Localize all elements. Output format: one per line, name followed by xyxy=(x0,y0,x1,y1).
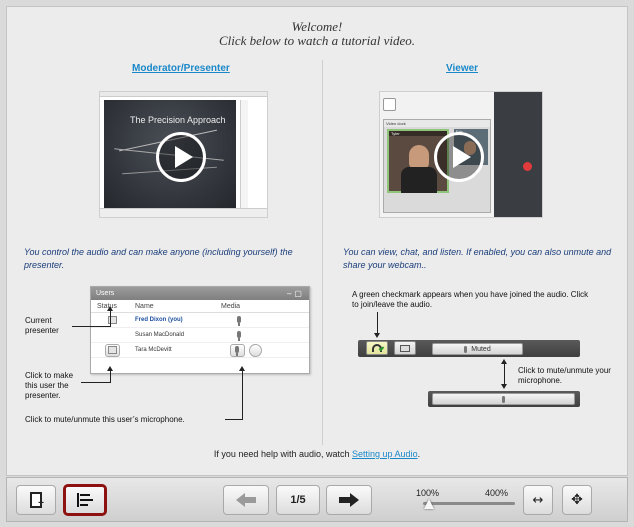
play-icon[interactable] xyxy=(156,132,206,182)
fit-to-width-button[interactable]: ↔ xyxy=(523,485,553,515)
viewer-video-link[interactable]: Viewer xyxy=(446,63,478,74)
play-icon[interactable] xyxy=(434,132,484,182)
pan-button[interactable]: ✥ xyxy=(562,485,592,515)
users-table-header: Status Name Media xyxy=(91,300,309,313)
users-panel: Users –▢ Status Name Media Fred Dixon (y… xyxy=(90,286,310,374)
note-mute-user: Click to mute/unmute this user’s microph… xyxy=(25,415,185,424)
presenter-icon xyxy=(108,346,117,354)
user-name: Susan MacDonald xyxy=(135,332,185,338)
note-join-audio: A green checkmark appears when you have … xyxy=(352,290,589,309)
webcam-button[interactable] xyxy=(394,341,416,355)
settings-icon xyxy=(383,98,396,111)
microphone-icon xyxy=(237,331,241,341)
arrow-line xyxy=(242,370,243,420)
viewer-description: You can view, chat, and listen. If enabl… xyxy=(343,247,612,270)
table-row[interactable]: Fred Dixon (you) xyxy=(91,313,309,328)
microphone-icon xyxy=(235,346,239,356)
webcam-icon xyxy=(400,345,410,352)
column-media: Media xyxy=(221,303,241,310)
arrow-left-icon xyxy=(236,493,256,507)
muted-label: Muted xyxy=(471,346,491,353)
panel-window-controls-icon: –▢ xyxy=(286,289,305,298)
webcam-tile-name: Tyler xyxy=(389,131,447,136)
arrow-line xyxy=(377,312,378,334)
zoom-min-label: 100% xyxy=(416,488,440,498)
welcome-heading: Welcome! Click below to watch a tutorial… xyxy=(0,20,634,48)
help-text: If you need help with audio, watch xyxy=(213,449,350,459)
next-slide-button[interactable] xyxy=(326,485,372,515)
arrow-line xyxy=(72,326,110,327)
arrowhead xyxy=(239,366,245,371)
zoom-slider-thumb[interactable] xyxy=(424,499,434,509)
column-name: Name xyxy=(135,303,154,310)
user-name: Tara McDevitt xyxy=(135,347,172,353)
horizontal-arrows-icon: ↔ xyxy=(532,492,544,508)
arrow-line xyxy=(504,363,505,385)
zoom-max-label: 400% xyxy=(485,488,509,498)
page-indicator: 1/5 xyxy=(290,494,306,506)
arrowhead xyxy=(501,384,507,389)
column-divider xyxy=(322,60,323,445)
welcome-subline: Click below to watch a tutorial video. xyxy=(218,33,416,48)
unmuted-microphone-button[interactable] xyxy=(432,393,575,405)
webcam-toggle-button[interactable] xyxy=(249,344,262,357)
arrowhead xyxy=(374,333,380,338)
audio-help-text: If you need help with audio, watch Setti… xyxy=(0,449,634,459)
table-row[interactable]: Susan MacDonald xyxy=(91,328,309,343)
microphone-icon xyxy=(237,316,241,326)
checkmark-icon xyxy=(378,345,385,352)
user-name: Fred Dixon (you) xyxy=(135,317,183,323)
zoom-slider-track[interactable] xyxy=(423,502,515,505)
viewer-video-thumbnail[interactable]: Video dock Tyler Eric xyxy=(379,91,543,218)
make-presenter-button[interactable] xyxy=(105,344,120,357)
align-left-icon xyxy=(77,493,93,507)
mute-microphone-button[interactable]: Muted xyxy=(432,343,523,355)
moderator-video-link[interactable]: Moderator/Presenter xyxy=(132,63,230,74)
arrow-right-icon xyxy=(339,493,359,507)
arrow-line xyxy=(225,419,243,420)
setting-up-audio-link[interactable]: Setting up Audio xyxy=(352,449,418,459)
page-number-button[interactable]: 1/5 xyxy=(276,485,320,515)
upload-document-icon: + xyxy=(30,492,44,509)
microphone-icon xyxy=(464,345,468,353)
users-panel-title: Users xyxy=(96,290,115,297)
upload-presentation-button[interactable]: + xyxy=(16,485,56,515)
moderator-description: You control the audio and can make anyon… xyxy=(24,247,293,270)
previous-slide-button[interactable] xyxy=(223,485,269,515)
arrowhead xyxy=(107,306,113,311)
note-mute-mic: Click to mute/unmute your microphone. xyxy=(518,366,611,385)
microphone-icon xyxy=(502,395,505,403)
note-make-presenter: Click to make this user the presenter. xyxy=(25,371,74,400)
users-panel-header: Users –▢ xyxy=(91,287,309,300)
help-end: . xyxy=(417,449,421,459)
moderator-video-thumbnail[interactable]: The Precision Approach xyxy=(99,91,268,218)
arrowhead xyxy=(107,366,113,371)
arrow-line xyxy=(110,370,111,383)
move-arrows-icon: ✥ xyxy=(571,492,583,508)
welcome-line: Welcome! xyxy=(291,19,343,34)
table-row[interactable]: Tara McDevitt xyxy=(91,343,309,358)
video-dock-label: Video dock xyxy=(384,120,490,127)
fit-to-page-button[interactable] xyxy=(63,484,107,516)
mute-user-button[interactable] xyxy=(230,344,245,357)
join-audio-button[interactable] xyxy=(366,341,388,355)
record-dot-icon xyxy=(523,162,532,171)
slide-title: The Precision Approach xyxy=(130,115,226,125)
arrow-line xyxy=(81,382,111,383)
arrow-line xyxy=(110,310,111,327)
